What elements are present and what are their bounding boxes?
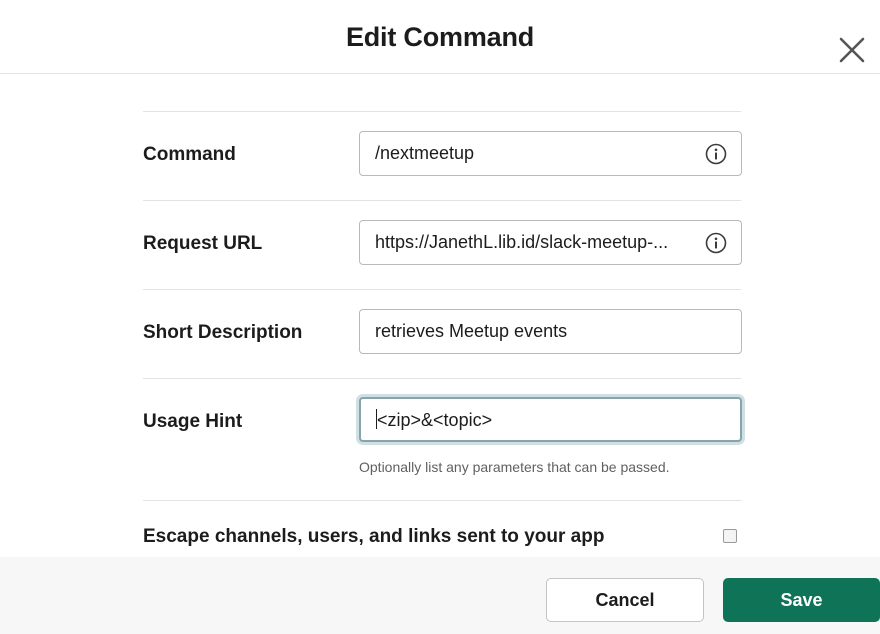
usage-hint-label: Usage Hint	[143, 411, 243, 432]
dialog-title: Edit Command	[345, 22, 535, 52]
usage-hint-value: <zip>&<topic>	[377, 410, 493, 430]
divider	[143, 289, 741, 290]
dialog-footer: Cancel Save	[0, 557, 880, 634]
request-url-label: Request URL	[143, 233, 263, 254]
divider	[143, 200, 741, 201]
info-icon[interactable]	[705, 232, 727, 254]
divider	[143, 111, 741, 112]
close-button[interactable]	[834, 32, 870, 68]
usage-hint-value-wrap: <zip>&<topic>	[376, 409, 492, 431]
usage-hint-field[interactable]: <zip>&<topic>	[359, 397, 742, 442]
dialog-header: Edit Command	[0, 0, 880, 74]
command-label: Command	[143, 144, 236, 165]
request-url-value: https://JanethL.lib.id/slack-meetup-...	[375, 232, 669, 252]
command-value: /nextmeetup	[375, 143, 475, 163]
escape-label: Escape channels, users, and links sent t…	[143, 526, 605, 547]
divider	[143, 500, 741, 501]
usage-hint-help: Optionally list any parameters that can …	[359, 459, 670, 475]
divider	[143, 378, 741, 379]
short-description-label: Short Description	[143, 322, 303, 343]
save-button[interactable]: Save	[723, 578, 880, 622]
short-description-field[interactable]: retrieves Meetup events	[359, 309, 742, 354]
cancel-button[interactable]: Cancel	[546, 578, 704, 622]
info-icon[interactable]	[705, 143, 727, 165]
command-field[interactable]: /nextmeetup	[359, 131, 742, 176]
request-url-field[interactable]: https://JanethL.lib.id/slack-meetup-...	[359, 220, 742, 265]
short-description-value: retrieves Meetup events	[375, 321, 568, 341]
escape-checkbox[interactable]	[723, 529, 737, 543]
close-icon	[839, 37, 865, 63]
